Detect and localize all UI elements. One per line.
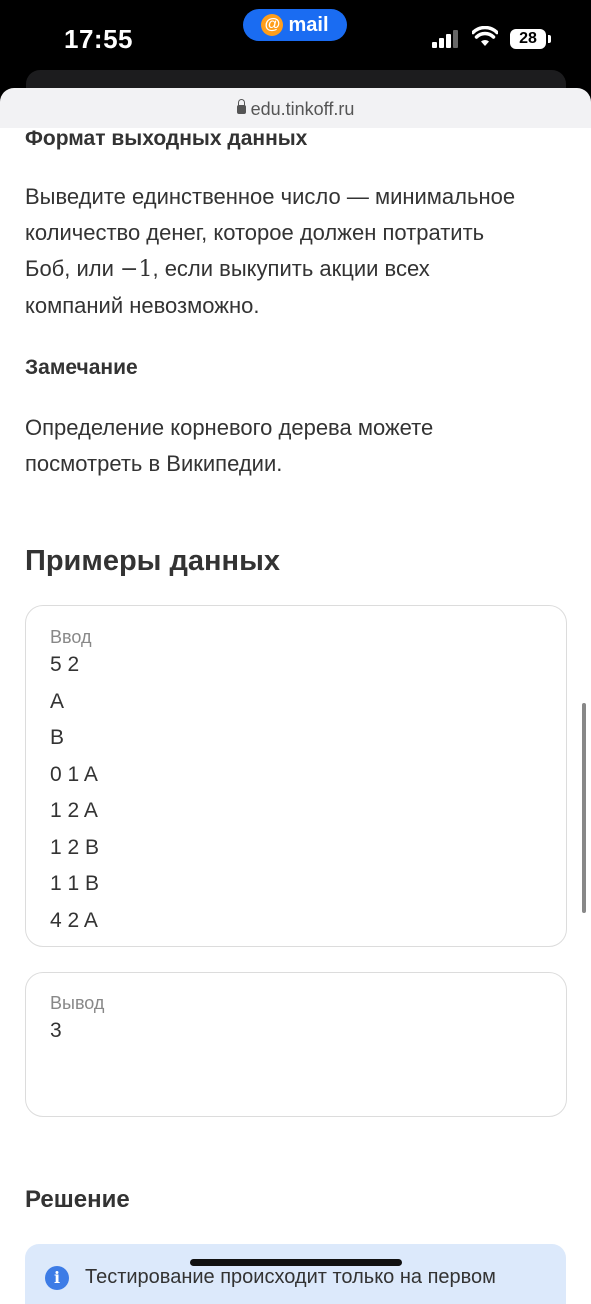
input-line: A: [50, 689, 65, 713]
input-line: 4 2 A: [50, 908, 98, 932]
note-text: Определение корневого дерева можете посм…: [25, 410, 566, 482]
output-label: Вывод: [50, 993, 105, 1013]
output-format-line-3-a: Боб, или: [25, 256, 121, 281]
mail-app-pill[interactable]: @ mail: [243, 9, 347, 41]
input-lines: 5 2 A B 0 1 A 1 2 A 1 2 B 1 1 B 4 2 A: [50, 653, 99, 945]
minus-one-math: −1: [120, 257, 153, 282]
scrollbar[interactable]: [582, 703, 586, 913]
example-output-box[interactable]: Вывод 3: [25, 972, 567, 1117]
examples-heading: Примеры данных: [25, 545, 280, 577]
testing-info-banner: i Тестирование происходит только на перв…: [25, 1244, 566, 1304]
output-format-line-3-b: , если выкупить акции всех: [152, 256, 430, 281]
url-display[interactable]: edu.tinkoff.ru: [0, 99, 591, 120]
output-format-line-1: Выведите единственное число — минимально…: [25, 184, 516, 209]
home-indicator[interactable]: [190, 1259, 402, 1266]
output-line: 3: [50, 1019, 62, 1042]
mail-label: mail: [288, 13, 329, 36]
battery-tip: [548, 35, 551, 43]
note-line-1: Определение корневого дерева можете: [25, 415, 434, 440]
note-heading: Замечание: [25, 356, 138, 379]
browser-address-bar[interactable]: edu.tinkoff.ru: [0, 88, 591, 128]
clock: 17:55: [64, 24, 133, 54]
wifi-icon: [472, 26, 498, 46]
mail-at-icon: @: [261, 14, 284, 36]
lock-icon: [236, 99, 246, 114]
output-format-line-2: количество денег, которое должен потрати…: [25, 220, 485, 245]
input-line: 0 1 A: [50, 762, 98, 786]
input-label: Ввод: [50, 627, 92, 647]
info-text: Тестирование происходит только на первом: [85, 1266, 496, 1288]
input-line: 1 1 B: [50, 872, 100, 895]
output-format-heading: Формат выходных данных: [25, 127, 308, 150]
cellular-signal-icon: [432, 30, 460, 48]
input-line: 5 2: [50, 653, 80, 676]
battery-indicator: 28: [510, 29, 546, 49]
input-line: B: [50, 726, 65, 749]
output-lines: 3: [50, 1019, 62, 1056]
url-text: edu.tinkoff.ru: [250, 99, 355, 119]
input-line: 1 2 A: [50, 799, 98, 822]
note-line-2-text[interactable]: посмотреть в Википедии.: [25, 451, 282, 476]
output-format-text: Выведите единственное число — минимально…: [25, 179, 566, 324]
solution-heading: Решение: [25, 1186, 130, 1213]
info-icon: i: [45, 1266, 69, 1290]
output-format-line-4: компаний невозможно.: [25, 293, 260, 318]
note-line-2: посмотреть в Википедии.: [25, 446, 566, 482]
example-input-box[interactable]: Ввод 5 2 A B 0 1 A 1 2 A 1 2 B 1 1 B 4 2…: [25, 605, 567, 947]
input-line: 1 2 B: [50, 835, 100, 859]
output-format-line-3: Боб, или −1, если выкупить акции всех: [25, 251, 566, 288]
